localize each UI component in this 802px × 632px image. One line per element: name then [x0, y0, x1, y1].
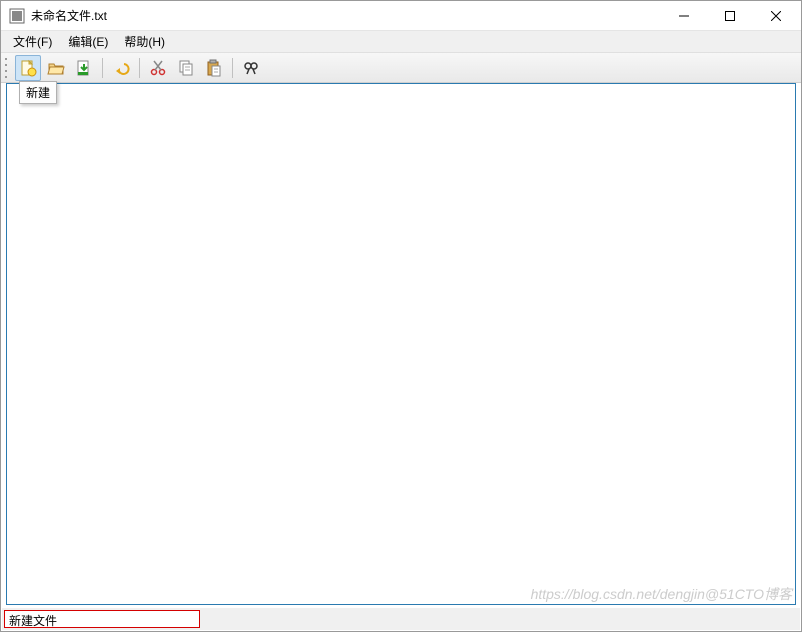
undo-button[interactable] — [108, 55, 134, 81]
new-button[interactable] — [15, 55, 41, 81]
close-button[interactable] — [753, 1, 799, 31]
minimize-button[interactable] — [661, 1, 707, 31]
copy-icon — [177, 59, 195, 77]
toolbar-separator — [102, 58, 103, 78]
app-icon — [9, 8, 25, 24]
status-message: 新建文件 — [4, 610, 200, 628]
toolbar: 新建 — [1, 53, 801, 83]
cut-button[interactable] — [145, 55, 171, 81]
paste-icon — [205, 59, 223, 77]
maximize-button[interactable] — [707, 1, 753, 31]
undo-icon — [112, 59, 130, 77]
new-file-icon — [19, 59, 37, 77]
window-title: 未命名文件.txt — [31, 7, 107, 24]
save-button[interactable] — [71, 55, 97, 81]
text-editor[interactable] — [6, 83, 796, 605]
copy-button[interactable] — [173, 55, 199, 81]
editor-area — [6, 83, 796, 605]
menu-help[interactable]: 帮助(H) — [116, 31, 173, 52]
open-folder-icon — [47, 59, 65, 77]
toolbar-grip — [5, 58, 10, 78]
toolbar-separator — [139, 58, 140, 78]
titlebar: 未命名文件.txt — [1, 1, 801, 31]
menu-edit[interactable]: 编辑(E) — [60, 31, 116, 52]
tooltip: 新建 — [19, 81, 57, 104]
paste-button[interactable] — [201, 55, 227, 81]
save-icon — [75, 59, 93, 77]
statusbar: 新建文件 — [2, 608, 800, 630]
find-button[interactable] — [238, 55, 264, 81]
cut-icon — [149, 59, 167, 77]
menubar: 文件(F) 编辑(E) 帮助(H) — [1, 31, 801, 53]
open-button[interactable] — [43, 55, 69, 81]
window-controls — [661, 1, 799, 30]
find-icon — [242, 59, 260, 77]
toolbar-separator — [232, 58, 233, 78]
menu-file[interactable]: 文件(F) — [5, 31, 60, 52]
